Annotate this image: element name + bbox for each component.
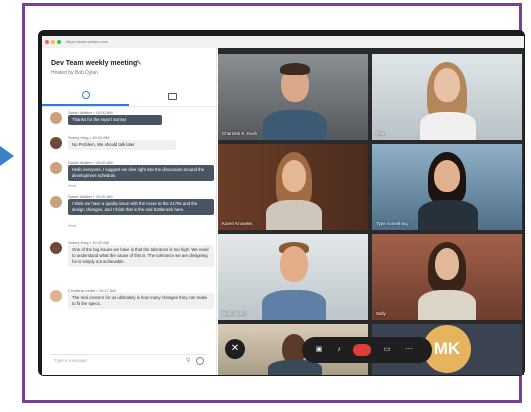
message-input-placeholder: Type a message <box>54 358 88 363</box>
read-receipt: Read <box>68 184 77 188</box>
meeting-host: Hosted by Bob Dylan <box>51 70 98 76</box>
app-screen: https://www.webex.com Dev Team weekly me… <box>42 36 524 375</box>
chat-message-list: Sarah Walker • 10:00 AM Thanks for the r… <box>42 110 216 350</box>
avatar <box>50 137 62 149</box>
end-call-button[interactable] <box>353 344 371 356</box>
arrow-pointer-icon <box>0 146 14 166</box>
attach-icon[interactable]: ⚲ <box>186 357 190 364</box>
participant-name: Toni <box>376 131 385 136</box>
mute-icon[interactable]: ♪ <box>334 345 344 355</box>
chat-sidebar: Dev Team weekly meeting ✎ Hosted by Bob … <box>42 48 217 375</box>
avatar <box>50 242 62 254</box>
video-tile[interactable]: Karen Knowles <box>218 144 368 230</box>
share-screen-icon[interactable]: ▭ <box>382 345 392 355</box>
video-tile[interactable]: Charlotte K. Kush <box>218 54 368 140</box>
video-tile[interactable]: Brad Hunter <box>218 234 368 320</box>
tab-chat[interactable] <box>42 86 129 106</box>
message-bubble: No Problem, We should talk later <box>68 140 176 150</box>
avatar <box>50 290 62 302</box>
avatar <box>50 112 62 124</box>
participant-name: Charlotte K. Kush <box>222 131 258 136</box>
video-tile[interactable]: Toni <box>372 54 522 140</box>
participant-name: Brad Hunter <box>222 311 247 316</box>
maximize-window-icon[interactable] <box>57 40 61 44</box>
url-bar[interactable]: https://www.webex.com <box>66 39 126 45</box>
tab-files[interactable] <box>129 86 216 106</box>
edit-pencil-icon[interactable]: ✎ <box>136 59 142 67</box>
participant-name: Sally <box>376 311 386 316</box>
video-tile[interactable]: Sally <box>372 234 522 320</box>
more-options-icon[interactable]: ⋯ <box>404 345 414 355</box>
message-bubble: One of the big issues we have is that th… <box>68 245 214 267</box>
close-button[interactable]: ✕ <box>225 339 245 359</box>
message-bubble: Hello everyone, I suggest we dive right … <box>68 165 214 181</box>
call-controls: ▣ ♪ ▭ ⋯ <box>302 337 432 363</box>
participant-name: Karen Knowles <box>222 221 253 226</box>
read-receipt: Read <box>68 224 77 228</box>
sidebar-tabs <box>42 86 216 107</box>
participant-name: Type something <box>376 221 408 226</box>
folder-icon <box>168 92 177 100</box>
emoji-icon[interactable] <box>196 357 204 365</box>
message-input[interactable]: Type a message ⚲ <box>50 354 206 367</box>
video-tile[interactable]: Type something <box>372 144 522 230</box>
message-bubble: The real concern for us ultimately is ho… <box>68 293 214 309</box>
meeting-title: Dev Team weekly meeting <box>51 60 138 67</box>
message-bubble: I think we have a quality issue with the… <box>68 199 214 215</box>
video-grid: Charlotte K. Kush Toni Karen Knowles Typ… <box>218 48 524 375</box>
message-bubble: Thanks for the report Sonny! <box>68 115 162 125</box>
avatar <box>50 196 62 208</box>
participants-icon[interactable]: ▣ <box>314 345 324 355</box>
avatar <box>50 162 62 174</box>
minimize-window-icon[interactable] <box>51 40 55 44</box>
close-window-icon[interactable] <box>45 40 49 44</box>
chat-icon <box>81 91 90 99</box>
